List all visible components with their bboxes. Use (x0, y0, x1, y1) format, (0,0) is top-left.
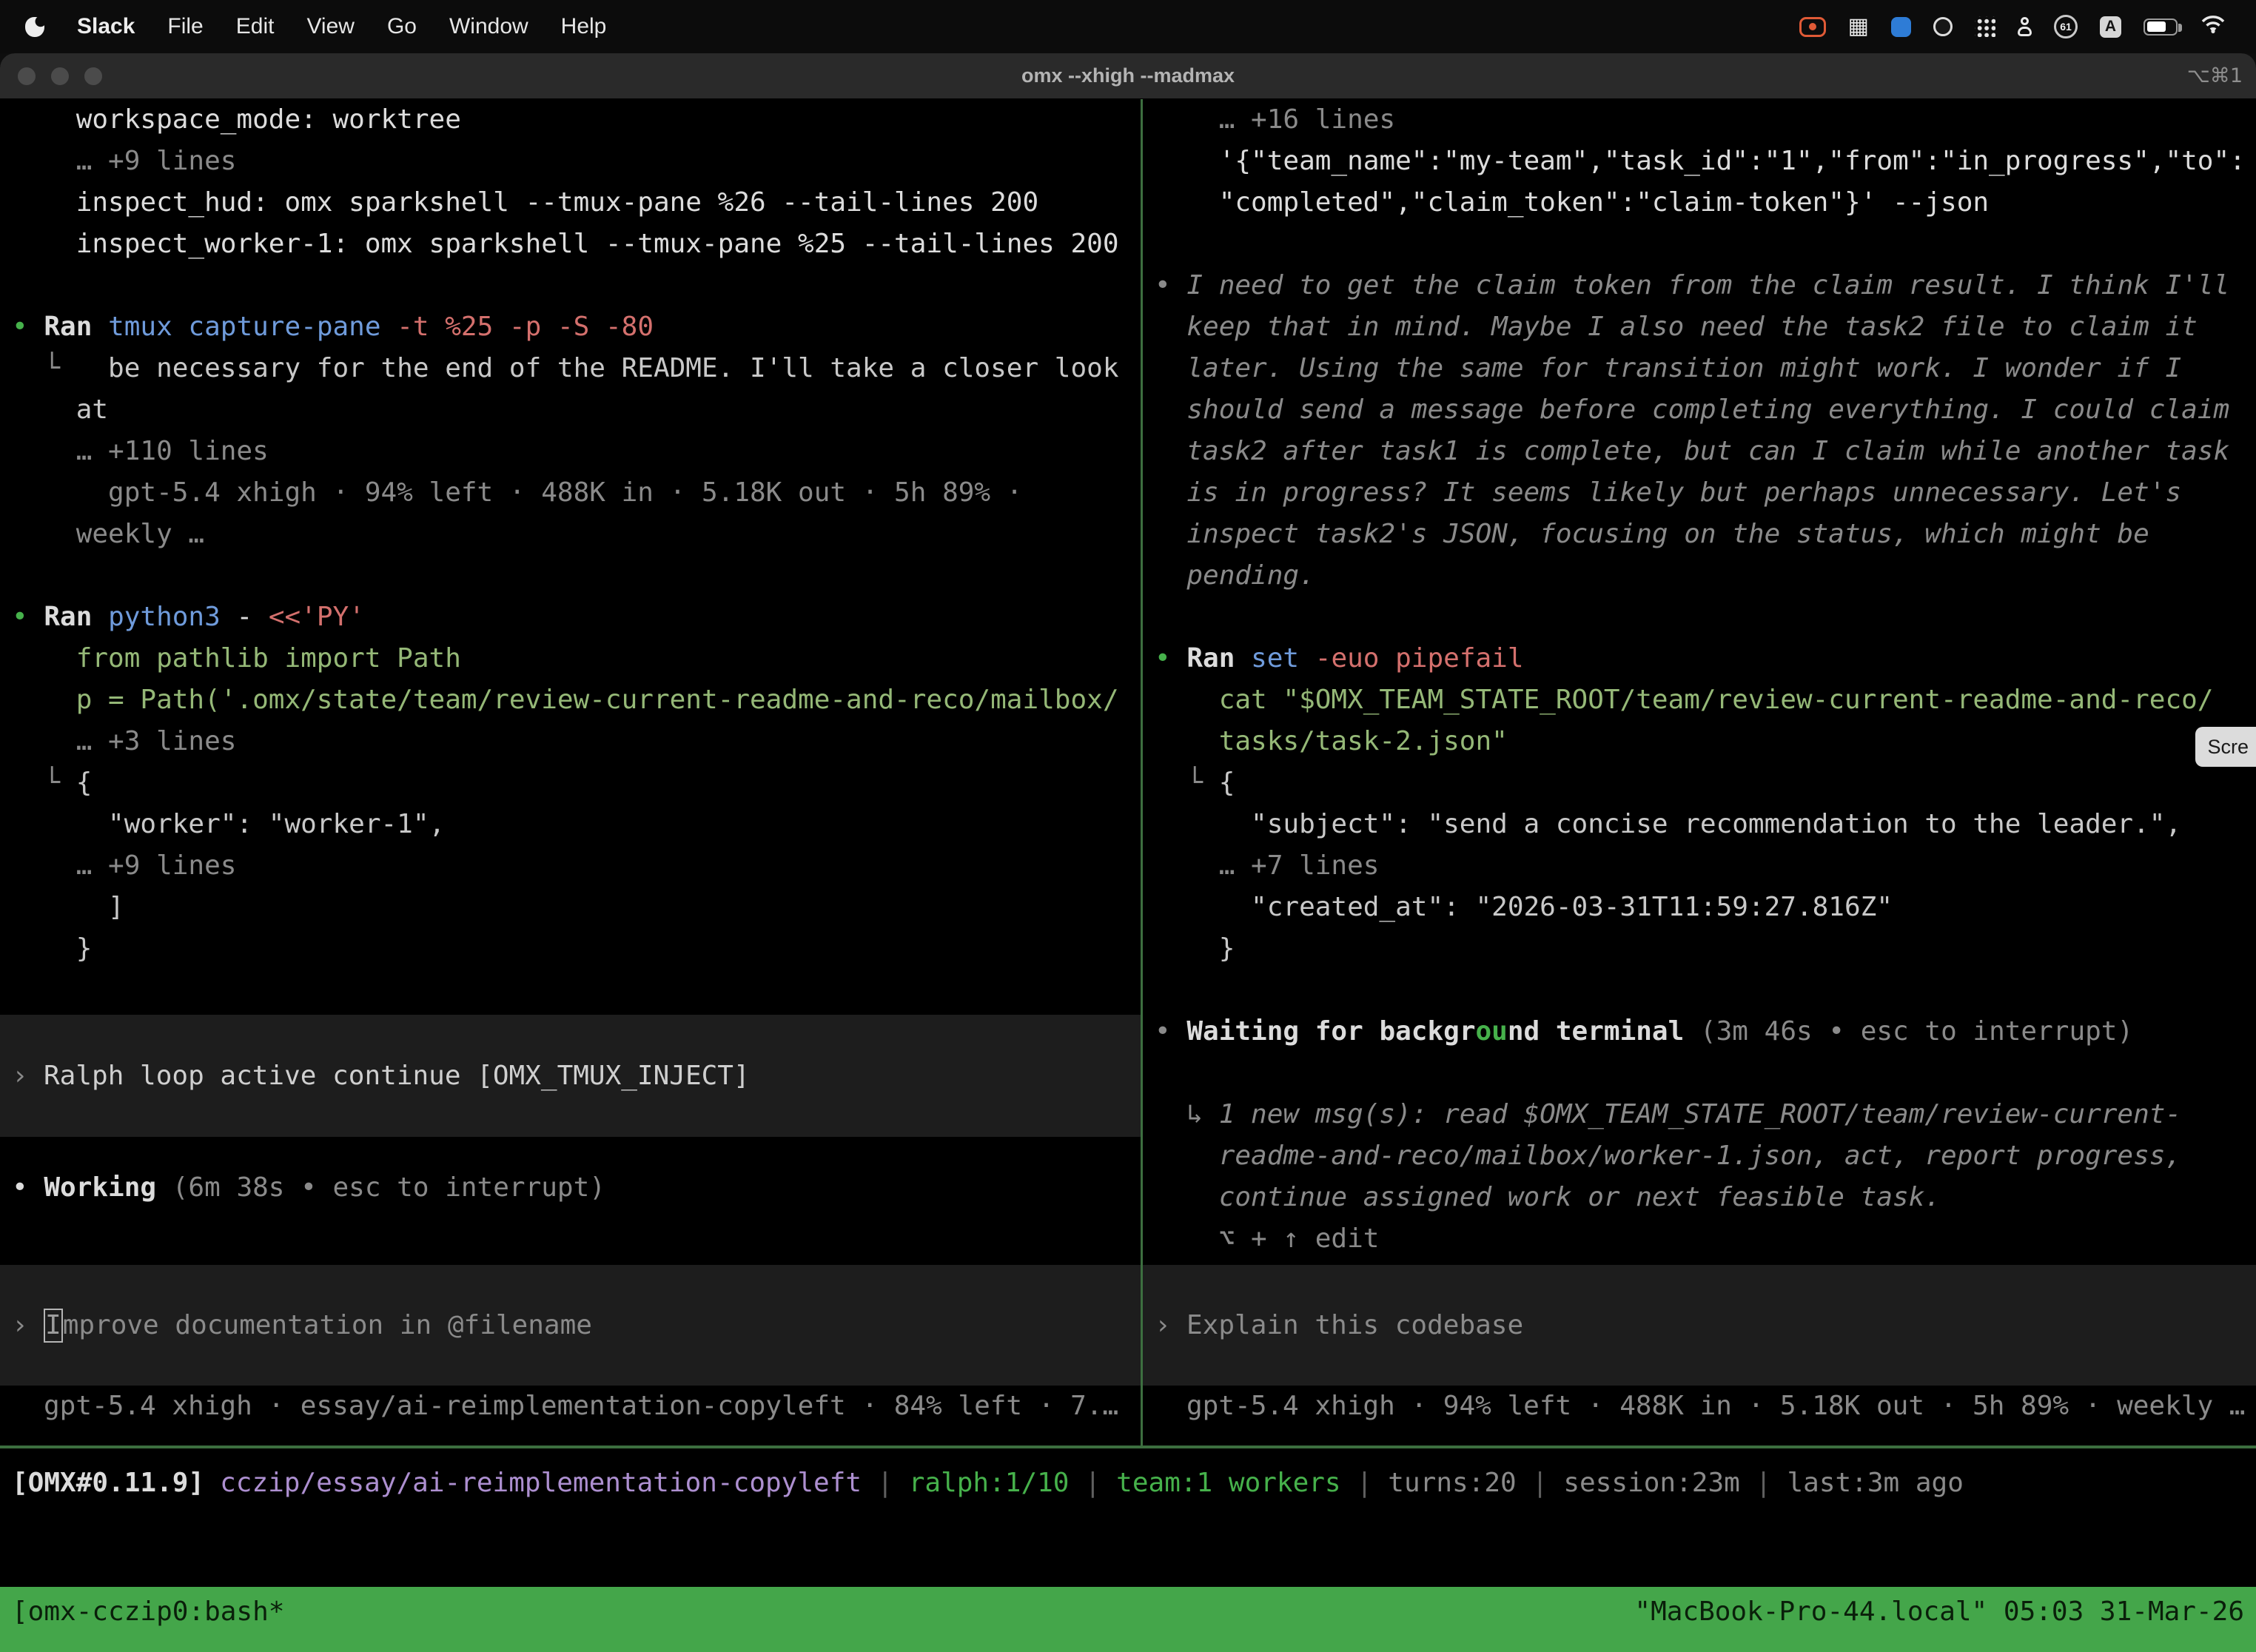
omx-project-path: cczip/essay/ai-reimplementation-copyleft (220, 1468, 862, 1498)
menu-view[interactable]: View (306, 14, 354, 39)
menu-edit[interactable]: Edit (236, 14, 275, 39)
terminal-window: omx --xhigh --madmax ⌥⌘1 workspace_mode:… (0, 53, 2256, 1652)
menu-help[interactable]: Help (561, 14, 607, 39)
app-grid-icon[interactable] (1975, 16, 1995, 37)
omx-turns: turns:20 (1388, 1468, 1516, 1498)
prompt-chevron: › (12, 1061, 44, 1091)
tmux-host-clock: "MacBook-Pro-44.local" 05:03 31-Mar-26 (1634, 1591, 2244, 1652)
prompt-chevron: › (1155, 1310, 1186, 1340)
close-button[interactable] (18, 67, 36, 85)
separator: | (877, 1468, 893, 1498)
input-source-icon[interactable]: A (2100, 16, 2121, 38)
right-pane-output: … +16 lines '{"team_name":"my-team","tas… (1143, 99, 2256, 1260)
right-terminal-pane[interactable]: … +16 lines '{"team_name":"my-team","tas… (1143, 99, 2256, 1446)
pane-divider-horizontal[interactable] (0, 1446, 2256, 1448)
omx-last-activity: last:3m ago (1787, 1468, 1963, 1498)
blue-app-icon[interactable] (1891, 17, 1911, 37)
menu-file[interactable]: File (167, 14, 203, 39)
grid-icon[interactable]: ▦ (1848, 16, 1869, 38)
right-input-box[interactable]: ›Explain this codebase (1143, 1265, 2256, 1386)
screen-tooltip: Scre (2195, 727, 2256, 767)
omx-team-workers: team:1 workers (1116, 1468, 1340, 1498)
separator: | (1084, 1468, 1101, 1498)
window-shortcut-hint: ⌥⌘1 (2187, 64, 2243, 87)
left-pane-status: gpt-5.4 xhigh · essay/ai-reimplementatio… (0, 1386, 1141, 1427)
left-input-box[interactable]: ›Improve documentation in @filename (0, 1265, 1141, 1386)
separator: | (1756, 1468, 1772, 1498)
tmux-session-window: [omx-cczip0:bash* (12, 1591, 284, 1652)
omx-session-time: session:23m (1563, 1468, 1739, 1498)
omx-status-line: [OMX#0.11.9] cczip/essay/ai-reimplementa… (0, 1462, 2256, 1503)
circle-status-icon[interactable] (1933, 17, 1953, 36)
prompt-chevron: › (12, 1310, 44, 1340)
wifi-icon[interactable] (2200, 13, 2226, 40)
desktop: Slack File Edit View Go Window Help ▦ 61… (0, 0, 2256, 1652)
menu-go[interactable]: Go (387, 14, 417, 39)
stand-figure-icon[interactable] (2018, 17, 2032, 36)
left-pane-output: workspace_mode: worktree … +9 lines insp… (0, 99, 1141, 970)
menu-bar: Slack File Edit View Go Window Help ▦ 61… (0, 0, 2256, 53)
minimize-button[interactable] (51, 67, 69, 85)
inject-banner-text: Ralph loop active continue [OMX_TMUX_INJ… (44, 1061, 750, 1091)
app-menu-slack[interactable]: Slack (77, 14, 135, 39)
input-placeholder: mprove documentation in @filename (63, 1310, 592, 1340)
omx-version: [OMX#0.11.9] (12, 1468, 204, 1498)
battery-icon[interactable] (2143, 19, 2178, 36)
apple-menu-icon[interactable] (25, 17, 44, 37)
tmux-session: workspace_mode: worktree … +9 lines insp… (0, 99, 2256, 1652)
text-cursor: I (44, 1309, 63, 1343)
left-terminal-pane[interactable]: workspace_mode: worktree … +9 lines insp… (0, 99, 1141, 1446)
zoom-button[interactable] (84, 67, 102, 85)
window-title: omx --xhigh --madmax (1021, 64, 1235, 87)
tmux-status-bar: [omx-cczip0:bash* "MacBook-Pro-44.local"… (0, 1587, 2256, 1652)
left-inject-banner: ›Ralph loop active continue [OMX_TMUX_IN… (0, 1015, 1141, 1137)
working-status-line: • Working (6m 38s • esc to interrupt) (0, 1167, 1141, 1209)
separator: | (1357, 1468, 1373, 1498)
menu-window[interactable]: Window (449, 14, 528, 39)
separator: | (1532, 1468, 1548, 1498)
right-pane-status: gpt-5.4 xhigh · 94% left · 488K in · 5.1… (1143, 1386, 2256, 1427)
input-placeholder: Explain this codebase (1186, 1310, 1523, 1340)
window-titlebar[interactable]: omx --xhigh --madmax ⌥⌘1 (0, 53, 2256, 99)
battery-gauge-icon[interactable]: 61 (2054, 15, 2078, 38)
screen-recording-icon[interactable] (1799, 17, 1826, 37)
omx-ralph-counter: ralph:1/10 (909, 1468, 1070, 1498)
